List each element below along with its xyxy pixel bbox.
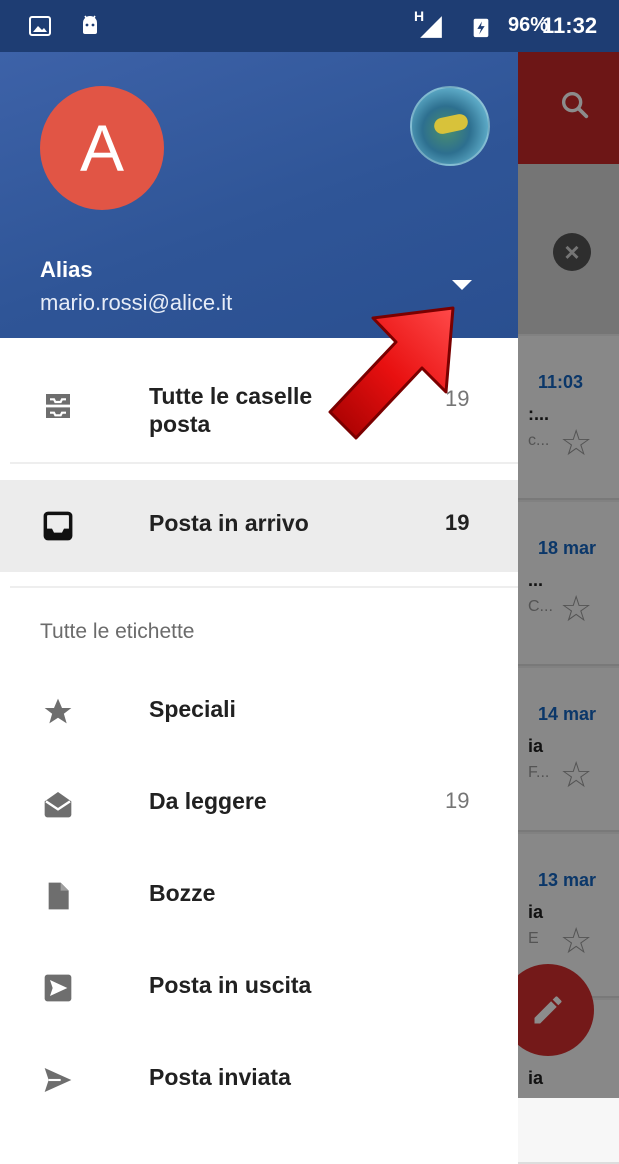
menu-item-label: Speciali [149,696,236,722]
android-icon [83,15,97,34]
send-icon [44,1068,72,1092]
account-header[interactable]: A Alias mario.rossi@alice.it [0,52,518,338]
menu-item-count: 19 [445,510,470,535]
menu-item-label: Posta in arrivo [149,510,309,536]
menu-item-label: Posta in uscita [149,972,312,998]
account-switcher-dropdown-icon[interactable] [452,280,472,290]
inbox-icon [43,511,73,541]
avatar[interactable]: A [40,86,164,210]
menu-item-count: 19 [445,788,470,813]
account-name: Alias [40,257,93,282]
navigation-drawer: A Alias mario.rossi@alice.it Tutte le ca… [0,52,518,1098]
open-envelope-icon [44,792,72,818]
menu-item-label: Bozze [149,880,216,906]
menu-item-label: Da leggere [149,788,267,814]
star-icon [44,698,72,724]
draft-file-icon [48,882,69,910]
clock: 11:32 [542,13,598,38]
annotation-arrow [328,306,455,440]
menu-item-drafts[interactable]: Bozze [0,850,518,942]
secondary-account-avatar[interactable] [410,86,490,166]
divider [10,586,518,588]
status-bar: H 96% 11:32 [0,0,619,52]
battery-charging-icon [473,18,489,38]
all-inboxes-icon [46,394,70,418]
menu-item-unread[interactable]: Da leggere 19 [0,758,518,850]
section-header: Tutte le etichette [40,620,195,643]
signal-icon [420,16,442,38]
divider [10,462,518,464]
menu-item-outbox[interactable]: Posta in uscita [0,942,518,1034]
menu-item-starred[interactable]: Speciali [0,666,518,758]
menu-item-label: Posta inviata [149,1064,291,1090]
image-notification-icon [29,16,51,36]
outbox-icon [44,974,72,1002]
menu-item-sent[interactable]: Posta inviata [0,1034,518,1098]
account-email: mario.rossi@alice.it [40,290,233,315]
menu-item-inbox[interactable]: Posta in arrivo 19 [0,480,518,572]
